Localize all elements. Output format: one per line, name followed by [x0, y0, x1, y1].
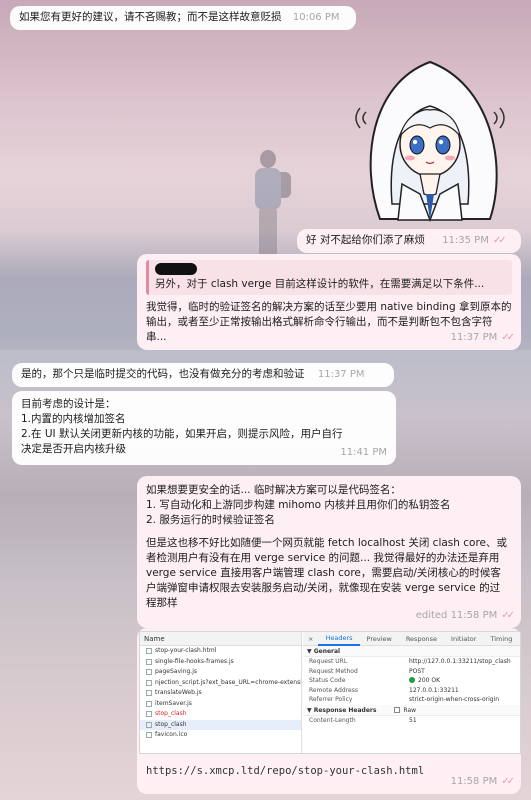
file-name: translateWeb.js: [155, 689, 202, 696]
message-text: 如果您有更好的建议，请不吝赐教；而不是这样故意贬损: [19, 11, 282, 23]
file-icon: [146, 648, 152, 655]
file-name: stop_clash: [155, 720, 187, 728]
message-time: 10:06 PM: [292, 12, 340, 23]
message-line: 2.在 UI 默认关闭更新内核的功能，如果开启，则提示风险，用户自行决定是否开启…: [21, 428, 343, 455]
file-name: favicon.ico: [155, 731, 188, 738]
message-time: 11:37 PM: [317, 369, 365, 380]
message-time: 11:35 PM: [442, 235, 489, 246]
network-request-row: single-file-hooks-frames.js: [140, 657, 301, 668]
header-key: Request URL: [309, 658, 348, 665]
header-row: Remote Address 127.0.0.1:33211: [303, 686, 520, 696]
message-line: 1.内置的内核增加签名: [21, 413, 126, 425]
devtools-screenshot[interactable]: Name stop-your-clash.html single-file-hoo…: [139, 631, 521, 754]
file-icon: [146, 669, 152, 676]
network-request-row: stop_clash: [140, 719, 301, 730]
details-tab: Timing: [490, 634, 513, 643]
network-request-row: stop-your-clash.html: [140, 646, 301, 657]
message-line: 如果想要更安全的话... 临时解决方案可以是代码签名：: [146, 484, 401, 496]
network-request-row: pageSaving.js: [140, 667, 301, 678]
message-incoming-3[interactable]: 目前考虑的设计是： 1.内置的内核增加签名 2.在 UI 默认关闭更新内核的功能…: [12, 391, 396, 465]
details-tab: Preview: [366, 634, 392, 643]
file-name: stop-your-clash.html: [155, 647, 217, 654]
header-row: Request URL http://127.0.0.1:33211/stop_c…: [303, 657, 520, 667]
file-name: single-file-hooks-frames.js: [155, 657, 234, 665]
header-row: Status Code 200 OK: [303, 676, 520, 686]
header-key: Content-Length: [309, 716, 356, 724]
status-text: 200 OK: [418, 677, 441, 684]
file-name: njection_script.js?ext_base_URL=chrome-e…: [155, 678, 301, 686]
file-name: stop_clash: [155, 710, 187, 717]
read-ticks-icon: ✓✓: [501, 776, 515, 787]
header-value: 51: [409, 716, 417, 724]
header-value: http://127.0.0.1:33211/stop_clash: [409, 658, 511, 665]
file-icon: [146, 658, 152, 665]
details-tabs: × Headers Preview Response Initiator Timing: [303, 632, 520, 646]
header-row: Content-Length 51: [303, 716, 520, 726]
reply-quote[interactable]: 另外，对于 clash verge 目前这样设计的软件，在需要满足以下条件...: [146, 260, 512, 295]
message-line: 2. 服务运行的时候验证签名: [146, 514, 275, 526]
message-time: 11:58 PM: [450, 776, 498, 787]
header-row: Request Method POST: [303, 667, 520, 677]
message-incoming-2[interactable]: 是的，那个只是临时提交的代码，也没有做充分的考虑和验证 11:37 PM: [12, 363, 394, 387]
file-icon: [146, 679, 152, 686]
network-request-row: itemSaver.js: [140, 699, 301, 710]
message-status: edited 11:58 PM: [415, 610, 498, 621]
message-text: 是的，那个只是临时提交的代码，也没有做充分的考虑和验证: [21, 368, 305, 380]
header-key: Request Method: [309, 667, 358, 675]
request-details-panel: × Headers Preview Response Initiator Timing ▼…: [303, 632, 520, 753]
close-panel-icon: ×: [308, 634, 314, 643]
header-key: Status Code: [309, 677, 346, 684]
message-line: 1. 写自动化和上游同步构建 mihomo 内核并且用你们的私钥签名: [146, 499, 451, 511]
quoted-sender-redacted: [155, 263, 197, 275]
message-link[interactable]: https://s.xmcp.ltd/repo/stop-your-clash.…: [146, 765, 424, 777]
header-value: POST: [409, 667, 425, 675]
message-outgoing-1[interactable]: 好 对不起给你们添了麻烦 11:35 PM ✓✓: [297, 229, 521, 253]
sticker-anime-girl[interactable]: [340, 44, 520, 224]
file-icon: [146, 711, 152, 718]
file-icon: [146, 732, 152, 739]
message-outgoing-3[interactable]: 如果想要更安全的话... 临时解决方案可以是代码签名： 1. 写自动化和上游同步…: [137, 476, 521, 628]
message-time: 11:41 PM: [340, 447, 387, 458]
header-key: Referrer Policy: [309, 696, 353, 703]
header-row: Referrer Policy strict-origin-when-cross-…: [303, 695, 520, 705]
header-value: 127.0.0.1:33211: [409, 686, 459, 694]
message-time: 11:37 PM: [450, 332, 498, 343]
network-request-row: favicon.ico: [140, 730, 301, 741]
status-ok-icon: [409, 677, 415, 683]
header-value: strict-origin-when-cross-origin: [409, 696, 500, 703]
name-column-header: Name: [140, 632, 301, 646]
network-request-row: translateWeb.js: [140, 688, 301, 699]
network-request-list: Name stop-your-clash.html single-file-hoo…: [140, 632, 302, 753]
message-incoming-1[interactable]: 如果您有更好的建议，请不吝赐教；而不是这样故意贬损 10:06 PM: [10, 6, 356, 30]
network-request-row: njection_script.js?ext_base_URL=chrome-e…: [140, 678, 301, 689]
file-name: itemSaver.js: [155, 699, 192, 707]
raw-checkbox: [394, 706, 401, 713]
details-tab: Response: [405, 634, 438, 643]
file-icon: [146, 690, 152, 697]
message-text: 好 对不起给你们添了麻烦: [306, 234, 425, 246]
details-tab: Initiator: [451, 634, 477, 643]
raw-label: Raw: [403, 706, 417, 714]
read-ticks-icon: ✓✓: [501, 332, 515, 343]
message-line: 目前考虑的设计是：: [21, 398, 116, 410]
file-name: pageSaving.js: [155, 668, 197, 675]
header-key: Remote Address: [309, 686, 358, 694]
response-headers-title: ▼ Response Headers Raw: [303, 704, 520, 716]
read-ticks-icon: ✓✓: [492, 235, 507, 246]
general-section-title: ▼ General: [303, 646, 520, 657]
read-ticks-icon: ✓✓: [501, 610, 515, 621]
message-paragraph: 但是这也移不好比如随便一个网页就能 fetch localhost 关闭 cla…: [146, 537, 508, 609]
file-icon: [146, 700, 152, 707]
details-tab: Headers: [318, 632, 360, 646]
message-outgoing-2[interactable]: 另外，对于 clash verge 目前这样设计的软件，在需要满足以下条件...…: [137, 254, 521, 350]
file-icon: [146, 721, 152, 728]
header-value: 200 OK: [409, 676, 440, 686]
quote-text: 另外，对于 clash verge 目前这样设计的软件，在需要满足以下条件...: [155, 278, 485, 290]
network-request-row: stop_clash: [140, 709, 301, 720]
